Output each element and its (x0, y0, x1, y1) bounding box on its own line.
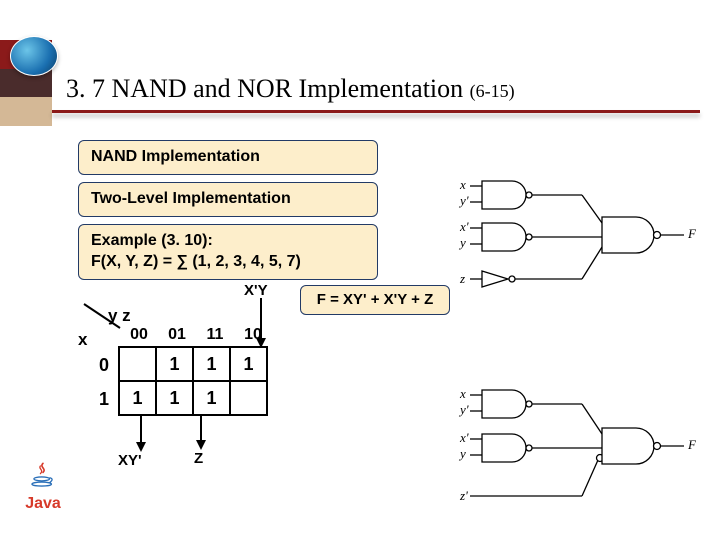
box-two-level: Two-Level Implementation (78, 182, 378, 217)
c1-in-x: x (459, 177, 466, 192)
java-logo-text: Java (18, 495, 68, 513)
kmap-var-left: x (78, 330, 87, 350)
arrow-down-icon (254, 298, 268, 348)
java-cup-icon (23, 462, 63, 488)
section-number: 3. 7 (66, 74, 105, 103)
circuit-diagram-2: x y' x' y z' F (452, 382, 700, 512)
title-main: NAND and NOR Implementation (112, 74, 464, 103)
title-underline (52, 110, 700, 113)
kmap-label-z: Z (194, 450, 203, 467)
c2-in-y: y (458, 446, 466, 461)
c1-in-xp: x' (459, 219, 469, 234)
kmap-col-1: 01 (158, 326, 196, 344)
box-nand-impl: NAND Implementation (78, 140, 378, 175)
kmap-cell: 1 (193, 381, 230, 415)
kmap-row-headers: 0 1 (92, 348, 116, 416)
slide-title: 3. 7 NAND and NOR Implementation (6-15) (66, 74, 515, 104)
arrow-down-icon (134, 416, 148, 452)
kmap-col-2: 11 (196, 326, 234, 344)
c1-in-y: y (458, 235, 466, 250)
kmap-col-headers: 00 01 11 10 (120, 326, 272, 344)
example-line1: Example (3. 10): (91, 231, 365, 252)
c2-in-x: x (459, 386, 466, 401)
arrow-down-icon (194, 416, 208, 450)
kmap-label-xpy: X'Y (244, 282, 268, 299)
java-logo: Java (18, 458, 68, 528)
title-sub: (6-15) (470, 81, 515, 101)
c2-in-zp: z' (459, 488, 468, 503)
c1-in-z: z (459, 271, 465, 286)
kmap-cell: 1 (230, 347, 267, 381)
globe-icon (10, 36, 58, 76)
c2-in-xp: x' (459, 430, 469, 445)
c1-in-yp: y' (458, 193, 469, 208)
box-example: Example (3. 10): F(X, Y, Z) = ∑ (1, 2, 3… (78, 224, 378, 280)
circuit-diagram-1: x y' x' y z F (452, 175, 700, 293)
kmap-cell: 1 (156, 381, 193, 415)
kmap-diagonal (84, 304, 120, 330)
kmap-grid: 1 1 1 1 1 1 (118, 346, 268, 416)
example-line2: F(X, Y, Z) = ∑ (1, 2, 3, 4, 5, 7) (91, 252, 365, 273)
kmap-label-xyp: XY' (118, 452, 142, 469)
c2-in-yp: y' (458, 402, 469, 417)
box-f-equation: F = XY' + X'Y + Z (300, 285, 450, 315)
kmap-cell: 1 (156, 347, 193, 381)
c2-out: F (687, 437, 697, 452)
kmap-col-0: 00 (120, 326, 158, 344)
c1-out: F (687, 226, 697, 241)
kmap-row-1: 1 (92, 382, 116, 416)
kmap-cell: 1 (193, 347, 230, 381)
kmap-row-0: 0 (92, 348, 116, 382)
kmap-cell: 1 (119, 381, 156, 415)
kmap-cell (230, 381, 267, 415)
kmap-cell (119, 347, 156, 381)
